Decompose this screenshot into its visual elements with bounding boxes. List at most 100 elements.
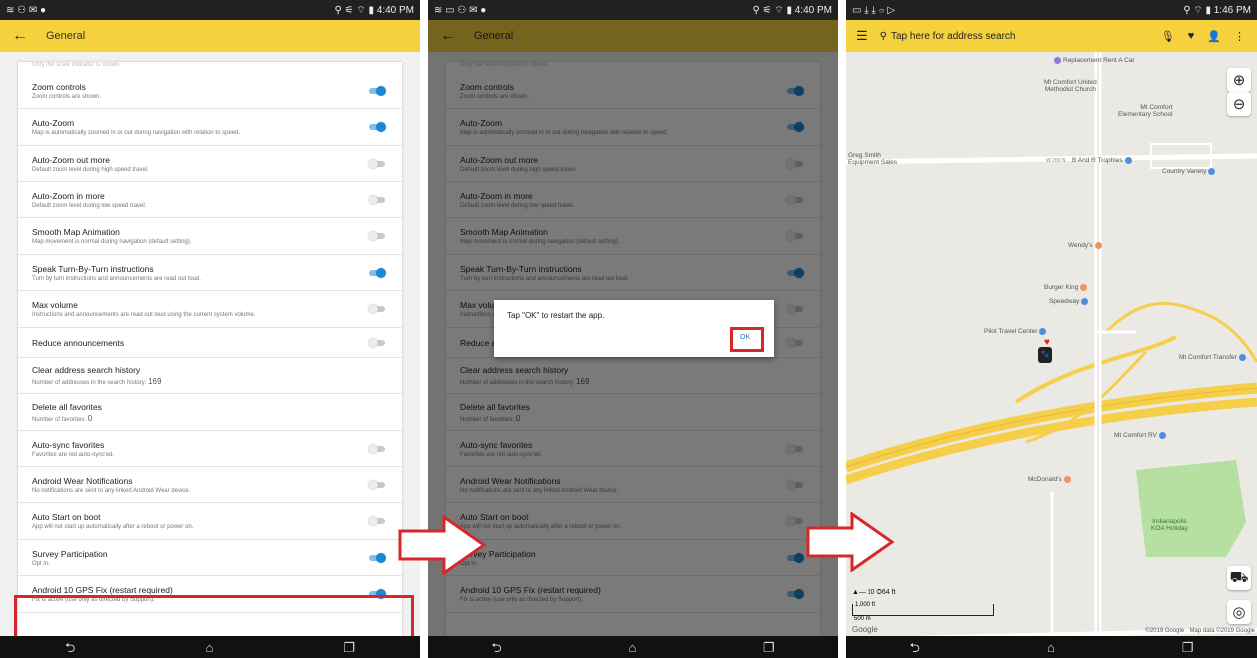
setting-row[interactable]: Auto-sync favoritesFavorites are not aut… <box>18 431 402 467</box>
toggle-thumb <box>376 85 386 96</box>
more-icon[interactable]: ⋮ <box>1234 30 1245 43</box>
toggle-switch[interactable] <box>368 479 386 490</box>
map-label-replacement[interactable]: Replacement Rent A Car <box>1052 57 1135 64</box>
home-icon[interactable]: ⌂ <box>1047 641 1055 654</box>
toggle-switch[interactable] <box>368 267 386 278</box>
scale-bar: 1,000 ft <box>852 602 994 616</box>
toggle-thumb <box>368 194 378 205</box>
nav-bar: ⮌ ⌂ ❐ <box>846 636 1257 658</box>
search-input[interactable]: Tap here for address search <box>891 31 1016 42</box>
setting-row[interactable]: Reduce announcements <box>18 328 402 358</box>
setting-row[interactable]: Clear address search history Number of ad… <box>18 358 402 394</box>
search-icon[interactable]: ⚲ <box>880 31 887 42</box>
toggle-thumb <box>376 122 386 132</box>
zoom-out-button[interactable]: ⊖ <box>1227 92 1251 116</box>
setting-description: Favorites are not auto-sync'ed. <box>32 452 388 458</box>
setting-count: 169 <box>148 377 162 386</box>
toggle-switch[interactable] <box>368 443 386 454</box>
map-label-speedway[interactable]: Speedway <box>1049 298 1090 305</box>
map-label-variety[interactable]: Country Variety <box>1162 168 1217 175</box>
microphone-icon[interactable]: 🎙 <box>1161 30 1175 43</box>
setting-description-text: Default zoom level during high speed tra… <box>32 166 149 173</box>
person-icon[interactable]: 👤 <box>1207 30 1221 43</box>
toggle-switch[interactable] <box>368 337 386 348</box>
toggle-switch[interactable] <box>368 194 386 205</box>
setting-row[interactable]: Auto-Zoom out moreDefault zoom level dur… <box>18 146 402 182</box>
back-icon[interactable]: ⮌ <box>491 641 501 654</box>
map-search-bar[interactable]: ☰ ⚲ Tap here for address search 🎙 ♥ 👤 ⋮ <box>846 20 1257 52</box>
setting-description: Number of favorites: 0 <box>32 414 388 423</box>
toggle-thumb <box>368 443 378 454</box>
setting-title: Reduce announcements <box>32 337 125 348</box>
menu-icon[interactable]: ☰ <box>856 28 868 44</box>
toggle-switch[interactable] <box>368 122 386 132</box>
toggle-switch[interactable] <box>368 552 386 563</box>
status-right: ⚲ ⚟ ⌔ ▮ 4:40 PM <box>334 4 414 16</box>
setting-row[interactable]: Survey ParticipationOpt in. <box>18 540 402 576</box>
map-label-greg-smith[interactable]: Greg Smith Equipment Sales <box>848 152 897 167</box>
status-bar: ≋ ⚇ ✉ ● ⚲ ⚟ ⌔ ▮ 4:40 PM <box>0 0 420 20</box>
map-label-rv[interactable]: Mt Comfort RV <box>1114 432 1168 439</box>
setting-row[interactable]: Zoom controlsZoom controls are shown. <box>18 73 402 109</box>
nav-bar: ⮌ ⌂ ❐ <box>428 636 838 658</box>
app-bar: ← General <box>0 20 420 52</box>
setting-row[interactable]: Auto-Zoom in moreDefault zoom level duri… <box>18 182 402 218</box>
home-icon[interactable]: ⌂ <box>205 641 213 654</box>
map-label-trophies[interactable]: B And R Trophies <box>1072 157 1134 164</box>
map-label-transfer[interactable]: Mt Comfort Transfer <box>1179 354 1248 361</box>
my-location-icon[interactable]: ◎ <box>1227 600 1251 624</box>
setting-title: Zoom controls <box>32 81 86 92</box>
toggle-thumb <box>368 158 378 169</box>
trip-stats: ▲— ⟟0 ◎64 ft <box>852 589 896 596</box>
map-panel: ▭ ⤓ ⤓ ⌔ ▷ ⚲ ⌔ ▮ 1:46 PM ☰ ⚲ Tap here for… <box>846 0 1257 658</box>
setting-description: Default zoom level during low speed trav… <box>32 203 388 209</box>
setting-row[interactable]: Auto Start on boot App will not start up … <box>18 503 402 540</box>
setting-row[interactable]: Android Wear NotificationsNo notificatio… <box>18 467 402 503</box>
back-icon[interactable]: ⮌ <box>910 641 920 654</box>
setting-row[interactable]: Auto-Zoom Map is automatically zoomed in … <box>18 109 402 146</box>
setting-title: Survey Participation <box>32 548 108 559</box>
map-label-church[interactable]: Mt Comfort United Methodist Church <box>1044 79 1097 94</box>
map-label-mcdonalds[interactable]: McDonald's <box>1028 476 1073 483</box>
toggle-thumb <box>376 552 386 563</box>
setting-description: Instructions and announcements are read … <box>32 312 388 318</box>
back-arrow-icon[interactable]: ← <box>12 28 28 44</box>
map-label-pilot[interactable]: Pilot Travel Center <box>984 328 1048 335</box>
toggle-switch[interactable] <box>368 304 386 314</box>
toggle-thumb <box>376 267 386 278</box>
back-icon[interactable]: ⮌ <box>65 641 75 654</box>
recents-icon[interactable]: ❐ <box>763 641 775 654</box>
toggle-thumb <box>368 304 378 314</box>
heart-icon[interactable]: ♥ <box>1188 30 1195 43</box>
toggle-switch[interactable] <box>368 85 386 96</box>
nav-bar: ⮌ ⌂ ❐ <box>0 636 420 658</box>
toggle-switch[interactable] <box>368 231 386 241</box>
map-label-wendys[interactable]: Wendy's <box>1068 242 1104 249</box>
setting-description: Map is automatically zoomed in or out du… <box>32 130 388 136</box>
toggle-thumb <box>368 479 378 490</box>
setting-row[interactable]: Speak Turn-By-Turn instructionsTurn by t… <box>18 255 402 291</box>
truck-icon[interactable]: ⛟ <box>1227 566 1251 590</box>
map-label-koa[interactable]: Indianapolis KOA Holiday <box>1151 518 1188 533</box>
setting-row[interactable]: Smooth Map Animation Map movement is norm… <box>18 218 402 255</box>
recents-icon[interactable]: ❐ <box>343 641 355 654</box>
ok-highlight-box <box>730 327 764 352</box>
recents-icon[interactable]: ❐ <box>1182 641 1194 654</box>
setting-title: Max volume <box>32 300 78 310</box>
settings-content[interactable]: Only the scale indicator is shown. Zoom … <box>0 52 420 636</box>
map-view[interactable]: Replacement Rent A Car Mt Comfort United… <box>846 52 1257 636</box>
map-label-burgerking[interactable]: Burger King <box>1044 284 1089 291</box>
toggle-switch[interactable] <box>368 158 386 169</box>
setting-title: Auto Start on boot <box>32 512 101 522</box>
setting-row[interactable]: Delete all favorites Number of favorites:… <box>18 394 402 431</box>
setting-description-text: Zoom controls are shown. <box>32 93 102 100</box>
toggle-switch[interactable] <box>368 516 386 526</box>
zoom-in-button[interactable]: ⊕ <box>1227 68 1251 92</box>
home-icon[interactable]: ⌂ <box>628 641 636 654</box>
setting-row[interactable]: Max volume Instructions and announcements… <box>18 291 402 328</box>
location-marker-icon[interactable]: 🐾 <box>1038 347 1052 363</box>
setting-description-text: Map is automatically zoomed in or out du… <box>32 130 241 136</box>
setting-description: Turn by turn instructions and announceme… <box>32 276 388 282</box>
setting-count: 0 <box>87 413 93 423</box>
map-label-school[interactable]: Mt Comfort Elementary School <box>1118 104 1173 119</box>
